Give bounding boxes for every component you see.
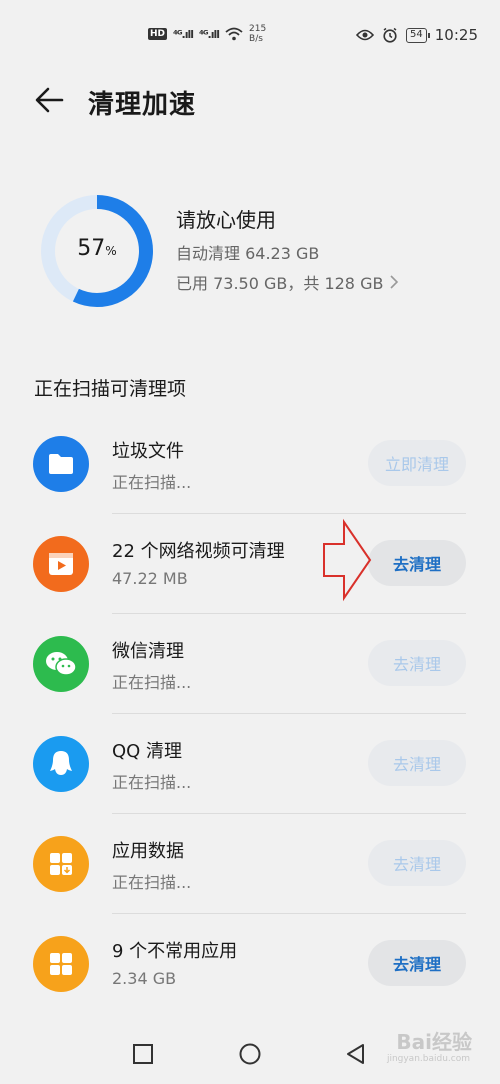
auto-clean-text: 自动清理 64.23 GB — [176, 244, 320, 263]
go-clean-button[interactable]: 去清理 — [368, 840, 466, 886]
summary-title: 请放心使用 — [176, 208, 276, 232]
list-item-junk-files[interactable]: 垃圾文件 正在扫描... 立即清理 — [0, 414, 500, 514]
annotation-arrow-icon — [323, 518, 372, 602]
storage-used-link[interactable]: 已用 73.50 GB，共 128 GB — [176, 270, 399, 294]
item-title: 22 个网络视频可清理 — [112, 541, 285, 562]
item-subtitle: 正在扫描... — [112, 673, 192, 692]
go-clean-button[interactable]: 去清理 — [368, 640, 466, 686]
watermark-logo: Bai经验 — [396, 1030, 472, 1054]
wechat-icon — [33, 636, 89, 692]
header: 清理加速 — [0, 76, 500, 126]
list-item-network-video[interactable]: 22 个网络视频可清理 47.22 MB 去清理 — [0, 514, 500, 614]
storage-used-text: 已用 73.50 GB，共 128 GB — [176, 274, 384, 293]
go-clean-button[interactable]: 去清理 — [368, 740, 466, 786]
status-right: 54 10:25 — [356, 26, 478, 44]
watermark-site: jingyan.baidu.com — [386, 1054, 470, 1064]
alarm-icon — [383, 27, 397, 43]
recent-apps-icon[interactable] — [131, 1042, 155, 1066]
home-icon[interactable] — [238, 1042, 262, 1066]
storage-summary[interactable]: 57% 请放心使用 自动清理 64.23 GB 已用 73.50 GB，共 12… — [38, 192, 478, 310]
qq-icon — [33, 736, 89, 792]
clean-now-button[interactable]: 立即清理 — [368, 440, 466, 486]
item-title: 垃圾文件 — [112, 441, 184, 462]
apps-grid-icon — [33, 936, 89, 992]
go-clean-button[interactable]: 去清理 — [368, 540, 466, 586]
item-subtitle: 正在扫描... — [112, 473, 192, 492]
item-title: QQ 清理 — [112, 741, 183, 762]
battery-icon: 54 — [406, 27, 430, 43]
section-title: 正在扫描可清理项 — [34, 378, 187, 400]
status-left: HD ⁴ᴳ.ıll ⁴ᴳ.ıll 215 B/s — [148, 24, 266, 44]
list-item-qq[interactable]: QQ 清理 正在扫描... 去清理 — [0, 714, 500, 814]
list-item-wechat[interactable]: 微信清理 正在扫描... 去清理 — [0, 614, 500, 714]
item-subtitle: 正在扫描... — [112, 773, 192, 792]
video-icon — [33, 536, 89, 592]
item-title: 9 个不常用应用 — [112, 941, 238, 962]
list-item-unused-apps[interactable]: 9 个不常用应用 2.34 GB 去清理 — [0, 914, 500, 1014]
usage-percent: 57% — [77, 236, 117, 261]
item-subtitle: 2.34 GB — [112, 969, 177, 988]
chevron-right-icon — [390, 275, 399, 289]
signal-icon-2: ⁴ᴳ.ıll — [199, 27, 220, 41]
go-clean-button[interactable]: 去清理 — [368, 940, 466, 986]
network-speed: 215 B/s — [249, 24, 267, 44]
signal-icon: ⁴ᴳ.ıll — [173, 27, 194, 41]
back-triangle-icon[interactable] — [344, 1042, 368, 1066]
app-data-icon — [33, 836, 89, 892]
status-bar: HD ⁴ᴳ.ıll ⁴ᴳ.ıll 215 B/s 54 10:25 — [0, 0, 500, 72]
folder-icon — [33, 436, 89, 492]
item-subtitle: 47.22 MB — [112, 569, 188, 588]
page-title: 清理加速 — [88, 90, 197, 120]
eye-icon — [356, 29, 375, 41]
back-arrow-icon[interactable] — [32, 82, 68, 118]
clock: 10:25 — [434, 26, 478, 44]
hd-badge: HD — [148, 28, 168, 40]
wifi-icon — [225, 27, 243, 41]
list-item-app-data[interactable]: 应用数据 正在扫描... 去清理 — [0, 814, 500, 914]
item-title: 应用数据 — [112, 841, 184, 862]
item-subtitle: 正在扫描... — [112, 873, 192, 892]
item-title: 微信清理 — [112, 641, 184, 662]
